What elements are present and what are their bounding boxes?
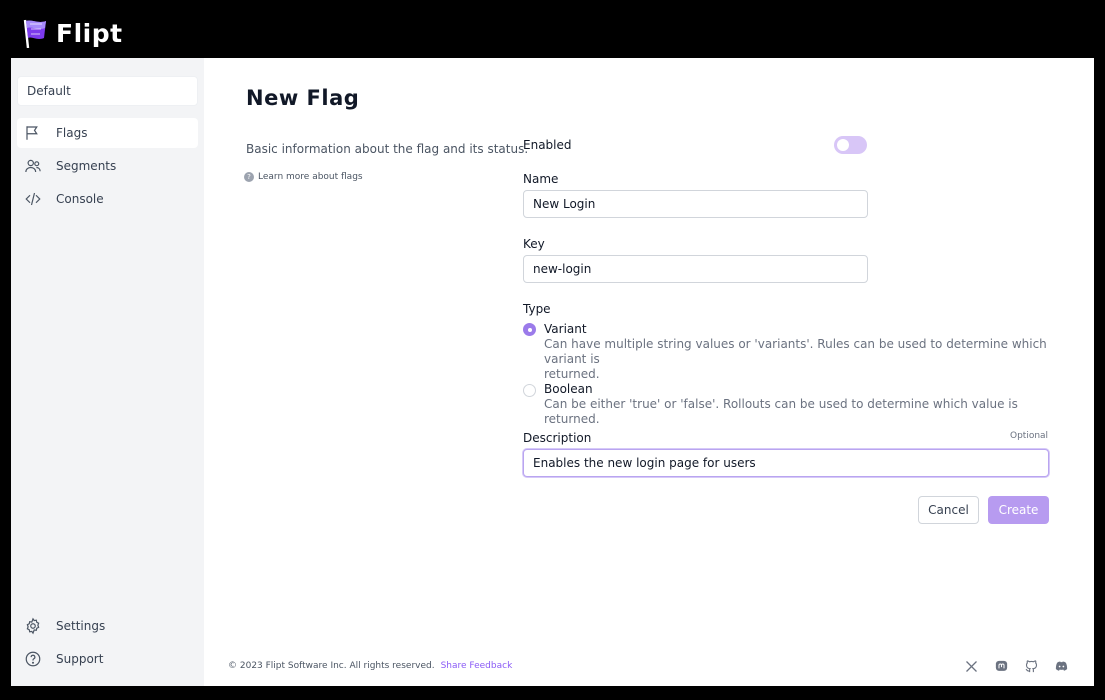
enabled-toggle[interactable] bbox=[834, 136, 867, 154]
optional-hint: Optional bbox=[1010, 431, 1049, 441]
key-label: Key bbox=[523, 237, 545, 251]
cancel-button[interactable]: Cancel bbox=[918, 496, 979, 524]
share-feedback-link[interactable]: Share Feedback bbox=[441, 661, 513, 671]
github-icon[interactable] bbox=[1022, 657, 1040, 675]
enabled-label: Enabled bbox=[523, 138, 572, 152]
create-button[interactable]: Create bbox=[988, 496, 1049, 524]
sidebar-item-flags[interactable]: Flags bbox=[17, 118, 198, 148]
code-icon bbox=[23, 189, 43, 209]
type-boolean-description: Can be either 'true' or 'false'. Rollout… bbox=[544, 397, 1018, 426]
sidebar-item-support[interactable]: Support bbox=[17, 644, 198, 674]
users-icon bbox=[23, 156, 43, 176]
app-frame: Default Flags Segments Console Settings bbox=[11, 58, 1094, 686]
gear-icon bbox=[23, 616, 43, 636]
sidebar-item-segments[interactable]: Segments bbox=[17, 151, 198, 181]
learn-more-link[interactable]: ? Learn more about flags bbox=[244, 172, 363, 182]
page-title: New Flag bbox=[246, 86, 360, 110]
logo-text: Flipt bbox=[56, 18, 123, 48]
sidebar-item-label: Support bbox=[56, 652, 104, 666]
sidebar-item-label: Console bbox=[56, 192, 104, 206]
help-icon: ? bbox=[244, 172, 254, 182]
toggle-knob bbox=[837, 139, 849, 151]
sidebar-item-label: Flags bbox=[56, 126, 88, 140]
description-input[interactable] bbox=[523, 449, 1049, 477]
learn-more-label: Learn more about flags bbox=[258, 172, 363, 182]
sidebar: Default Flags Segments Console Settings bbox=[11, 58, 204, 686]
discord-icon[interactable] bbox=[1052, 657, 1070, 675]
type-boolean-title: Boolean bbox=[544, 382, 593, 396]
x-icon[interactable] bbox=[962, 657, 980, 675]
type-boolean-radio[interactable] bbox=[523, 384, 536, 397]
main-content: New Flag Basic information about the fla… bbox=[204, 58, 1094, 686]
type-variant-description-line: Can have multiple string values or 'vari… bbox=[544, 337, 1047, 366]
name-label: Name bbox=[523, 172, 559, 186]
flag-icon bbox=[23, 123, 43, 143]
copyright-text: © 2023 Flipt Software Inc. All rights re… bbox=[228, 661, 435, 671]
name-input[interactable] bbox=[523, 190, 868, 218]
namespace-selector[interactable]: Default bbox=[17, 76, 198, 106]
sidebar-item-settings[interactable]: Settings bbox=[17, 611, 198, 641]
type-variant-description: Can have multiple string values or 'vari… bbox=[544, 337, 1054, 382]
mastodon-icon[interactable] bbox=[992, 657, 1010, 675]
type-label: Type bbox=[523, 302, 551, 316]
key-input[interactable] bbox=[523, 255, 868, 283]
flipt-logo[interactable]: Flipt bbox=[22, 18, 123, 48]
top-bar: Flipt bbox=[0, 0, 1105, 58]
sidebar-item-label: Settings bbox=[56, 619, 106, 633]
type-variant-radio[interactable] bbox=[523, 323, 536, 336]
type-variant-title: Variant bbox=[544, 322, 587, 336]
description-label: Description bbox=[523, 431, 592, 445]
section-description: Basic information about the flag and its… bbox=[246, 142, 529, 156]
sidebar-item-console[interactable]: Console bbox=[17, 184, 198, 214]
type-variant-description-wrap: returned. bbox=[544, 367, 600, 381]
flipt-logo-icon bbox=[23, 19, 46, 48]
footer: © 2023 Flipt Software Inc. All rights re… bbox=[228, 661, 512, 671]
sidebar-item-label: Segments bbox=[56, 159, 117, 173]
question-circle-icon bbox=[23, 649, 43, 669]
